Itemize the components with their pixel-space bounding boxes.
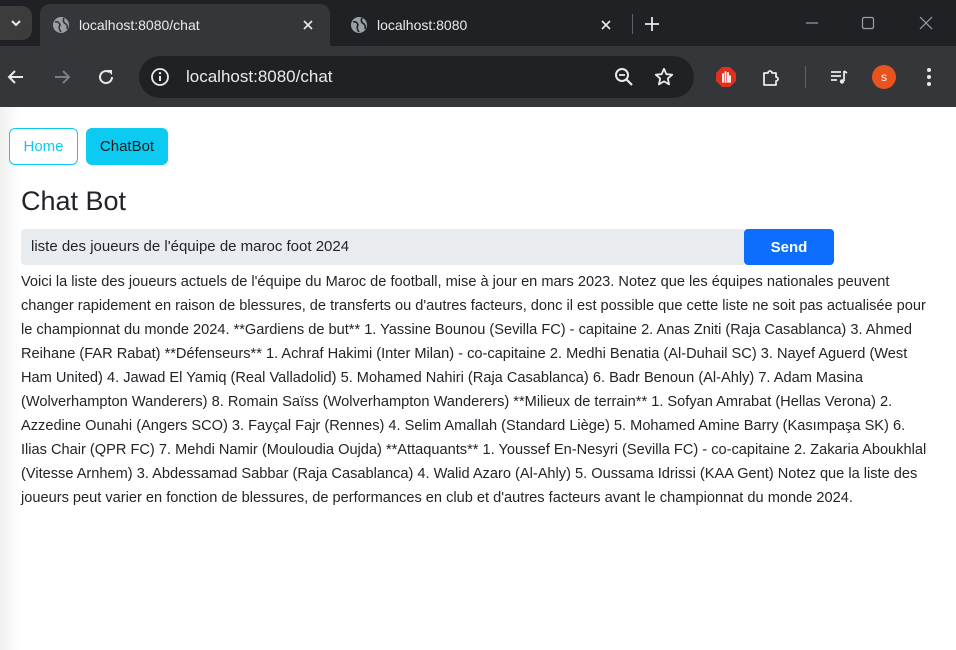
browser-menu-button[interactable]: [913, 61, 945, 93]
address-url: localhost:8080/chat: [186, 67, 333, 86]
stop-hand-icon: [716, 67, 736, 87]
globe-icon: [350, 16, 368, 34]
tab-search-button[interactable]: [0, 6, 32, 40]
page-title: Chat Bot: [21, 186, 127, 216]
more-vertical-icon: [927, 68, 931, 86]
maximize-icon: [861, 16, 875, 30]
arrow-right-icon: [55, 70, 71, 84]
close-icon: [919, 16, 933, 30]
globe-icon: [52, 16, 70, 34]
info-icon[interactable]: [149, 66, 171, 88]
minimize-icon: [806, 22, 818, 24]
close-icon[interactable]: [296, 13, 320, 37]
zoom-out-icon[interactable]: [608, 61, 640, 93]
bookmark-star-icon[interactable]: [648, 61, 680, 93]
back-button[interactable]: [0, 61, 32, 93]
chevron-down-icon: [11, 20, 21, 27]
nav-home-button[interactable]: Home: [9, 128, 78, 165]
new-tab-button[interactable]: [638, 10, 666, 38]
puzzle-icon: [763, 70, 779, 86]
chat-response-text: Voici la liste des joueurs actuels de l'…: [21, 274, 927, 506]
page-edge-shadow: [0, 107, 22, 650]
media-controls-button[interactable]: [823, 61, 855, 93]
page-content: Home ChatBot Chat Bot Send Voici la list…: [0, 107, 956, 650]
extensions-button[interactable]: [755, 61, 787, 93]
send-button[interactable]: Send: [744, 229, 834, 265]
nav-chatbot-button[interactable]: ChatBot: [86, 128, 168, 165]
tab-chat[interactable]: localhost:8080/chat: [40, 4, 330, 46]
tab-home[interactable]: localhost:8080: [338, 4, 628, 46]
playlist-music-icon: [831, 70, 848, 84]
maximize-button[interactable]: [846, 6, 890, 40]
reload-icon: [99, 70, 114, 85]
chat-query-input[interactable]: [21, 229, 744, 265]
browser-tabstrip: localhost:8080/chat localhost:8080: [0, 0, 956, 46]
minimize-button[interactable]: [790, 6, 834, 40]
arrow-left-icon: [7, 70, 23, 84]
forward-button[interactable]: [46, 61, 78, 93]
tab-title: localhost:8080: [377, 17, 468, 33]
tab-title: localhost:8080/chat: [79, 17, 200, 33]
browser-toolbar: localhost:8080/chat s: [0, 46, 956, 107]
window-close-button[interactable]: [904, 6, 948, 40]
plus-icon: [645, 17, 659, 31]
address-bar[interactable]: localhost:8080/chat: [139, 56, 694, 98]
close-icon[interactable]: [594, 13, 618, 37]
reload-button[interactable]: [90, 61, 122, 93]
toolbar-divider: [805, 66, 806, 88]
tab-divider: [632, 14, 633, 34]
adblock-extension-button[interactable]: [710, 61, 742, 93]
profile-avatar[interactable]: s: [872, 65, 896, 89]
